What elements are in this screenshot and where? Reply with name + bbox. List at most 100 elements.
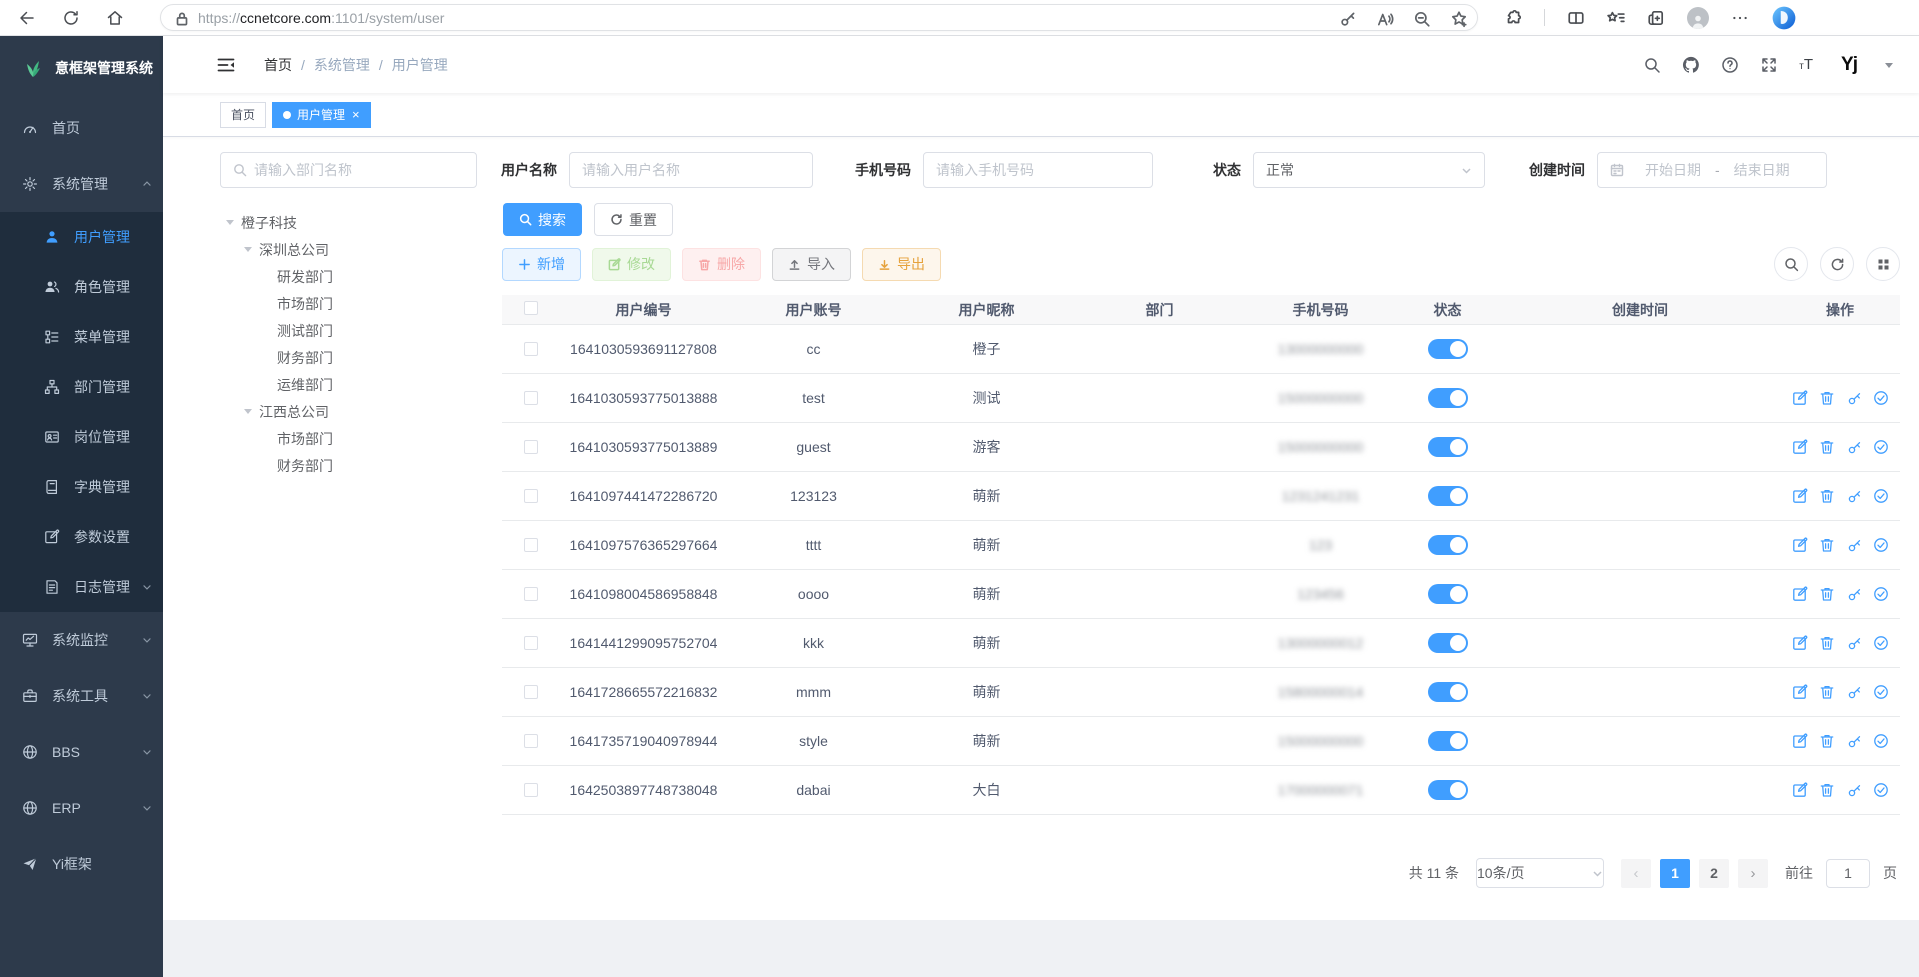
page-size-select[interactable]: 10条/页	[1476, 858, 1604, 888]
tree-node[interactable]: 市场部门	[226, 425, 501, 452]
status-toggle[interactable]	[1428, 388, 1468, 408]
sidebar-item-字典管理[interactable]: 字典管理	[0, 462, 163, 512]
date-range-input[interactable]: 开始日期 - 结束日期	[1597, 152, 1827, 188]
assign-role-icon[interactable]	[1873, 782, 1889, 798]
reset-password-icon[interactable]	[1846, 537, 1862, 553]
github-icon[interactable]	[1682, 56, 1700, 74]
delete-icon[interactable]	[1819, 684, 1835, 700]
app-logo[interactable]: 意框架管理系统	[0, 36, 163, 100]
tab-close-icon[interactable]: ×	[352, 108, 360, 121]
edit-icon[interactable]	[1792, 733, 1808, 749]
assign-role-icon[interactable]	[1873, 586, 1889, 602]
edit-icon[interactable]	[1792, 439, 1808, 455]
caret-down-icon[interactable]	[244, 409, 252, 418]
delete-icon[interactable]	[1819, 439, 1835, 455]
search-icon[interactable]	[1643, 56, 1661, 74]
row-checkbox[interactable]	[524, 538, 538, 552]
profile-avatar[interactable]	[1687, 7, 1709, 29]
split-screen-icon[interactable]	[1567, 9, 1585, 27]
copilot-icon[interactable]	[1771, 5, 1797, 31]
delete-icon[interactable]	[1819, 782, 1835, 798]
sidebar-item-角色管理[interactable]: 角色管理	[0, 262, 163, 312]
prev-page-button[interactable]: ‹	[1621, 859, 1651, 888]
row-checkbox[interactable]	[524, 685, 538, 699]
export-button[interactable]: 导出	[862, 248, 941, 281]
edit-icon[interactable]	[1792, 390, 1808, 406]
edit-icon[interactable]	[1792, 488, 1808, 504]
assign-role-icon[interactable]	[1873, 439, 1889, 455]
sidebar-item-岗位管理[interactable]: 岗位管理	[0, 412, 163, 462]
row-checkbox[interactable]	[524, 636, 538, 650]
fullscreen-icon[interactable]	[1760, 56, 1778, 74]
assign-role-icon[interactable]	[1873, 635, 1889, 651]
page-number-button[interactable]: 2	[1699, 859, 1729, 888]
edit-icon[interactable]	[1792, 782, 1808, 798]
delete-icon[interactable]	[1819, 537, 1835, 553]
assign-role-icon[interactable]	[1873, 537, 1889, 553]
status-toggle[interactable]	[1428, 682, 1468, 702]
edit-icon[interactable]	[1792, 586, 1808, 602]
search-button[interactable]: 搜索	[503, 203, 582, 236]
assign-role-icon[interactable]	[1873, 488, 1889, 504]
refresh-icon[interactable]	[62, 9, 80, 27]
favorites-bar-icon[interactable]	[1607, 9, 1625, 27]
reset-password-icon[interactable]	[1846, 782, 1862, 798]
next-page-button[interactable]: ›	[1738, 859, 1768, 888]
edit-icon[interactable]	[1792, 635, 1808, 651]
status-toggle[interactable]	[1428, 633, 1468, 653]
tree-node[interactable]: 测试部门	[226, 317, 501, 344]
address-bar[interactable]: https://ccnetcore.com:1101/system/user	[160, 4, 1478, 31]
row-checkbox[interactable]	[524, 391, 538, 405]
row-checkbox[interactable]	[524, 489, 538, 503]
zoom-out-icon[interactable]	[1413, 10, 1428, 25]
delete-button[interactable]: 删除	[682, 248, 761, 281]
add-button[interactable]: 新增	[502, 248, 581, 281]
status-toggle[interactable]	[1428, 584, 1468, 604]
sidebar-item-Yi框架[interactable]: Yi框架	[0, 836, 163, 892]
more-icon[interactable]	[1731, 9, 1749, 27]
table-refresh-icon[interactable]	[1820, 247, 1854, 281]
sidebar-item-参数设置[interactable]: 参数设置	[0, 512, 163, 562]
caret-down-icon[interactable]	[226, 220, 234, 229]
sidebar-item-系统管理[interactable]: 系统管理	[0, 156, 163, 212]
caret-down-icon[interactable]	[1885, 63, 1893, 72]
extensions-icon[interactable]	[1504, 9, 1522, 27]
sidebar-item-ERP[interactable]: ERP	[0, 780, 163, 836]
page-number-button[interactable]: 1	[1660, 859, 1690, 888]
tree-node[interactable]: 研发部门	[226, 263, 501, 290]
read-aloud-icon[interactable]	[1376, 10, 1391, 25]
sidebar-item-日志管理[interactable]: 日志管理	[0, 562, 163, 612]
reset-password-icon[interactable]	[1846, 684, 1862, 700]
tree-node[interactable]: 市场部门	[226, 290, 501, 317]
status-toggle[interactable]	[1428, 731, 1468, 751]
delete-icon[interactable]	[1819, 586, 1835, 602]
sidebar-item-用户管理[interactable]: 用户管理	[0, 212, 163, 262]
breadcrumb-home[interactable]: 首页	[264, 55, 292, 75]
table-search-icon[interactable]	[1774, 247, 1808, 281]
delete-icon[interactable]	[1819, 390, 1835, 406]
edit-button[interactable]: 修改	[592, 248, 671, 281]
tree-node[interactable]: 橙子科技	[226, 209, 501, 236]
delete-icon[interactable]	[1819, 733, 1835, 749]
import-button[interactable]: 导入	[772, 248, 851, 281]
status-toggle[interactable]	[1428, 437, 1468, 457]
back-icon[interactable]	[18, 9, 36, 27]
tree-node[interactable]: 运维部门	[226, 371, 501, 398]
edit-icon[interactable]	[1792, 684, 1808, 700]
tree-node[interactable]: 财务部门	[226, 344, 501, 371]
tree-node[interactable]: 江西总公司	[226, 398, 501, 425]
status-toggle[interactable]	[1428, 780, 1468, 800]
row-checkbox[interactable]	[524, 342, 538, 356]
duplicate-tab-icon[interactable]	[1647, 9, 1665, 27]
assign-role-icon[interactable]	[1873, 733, 1889, 749]
status-toggle[interactable]	[1428, 486, 1468, 506]
reset-password-icon[interactable]	[1846, 586, 1862, 602]
assign-role-icon[interactable]	[1873, 390, 1889, 406]
assign-role-icon[interactable]	[1873, 684, 1889, 700]
status-select[interactable]: 正常	[1253, 152, 1485, 188]
tab-home[interactable]: 首页	[220, 102, 266, 128]
edit-icon[interactable]	[1792, 537, 1808, 553]
help-icon[interactable]	[1721, 56, 1739, 74]
table-grid-icon[interactable]	[1866, 247, 1900, 281]
reset-password-icon[interactable]	[1846, 733, 1862, 749]
